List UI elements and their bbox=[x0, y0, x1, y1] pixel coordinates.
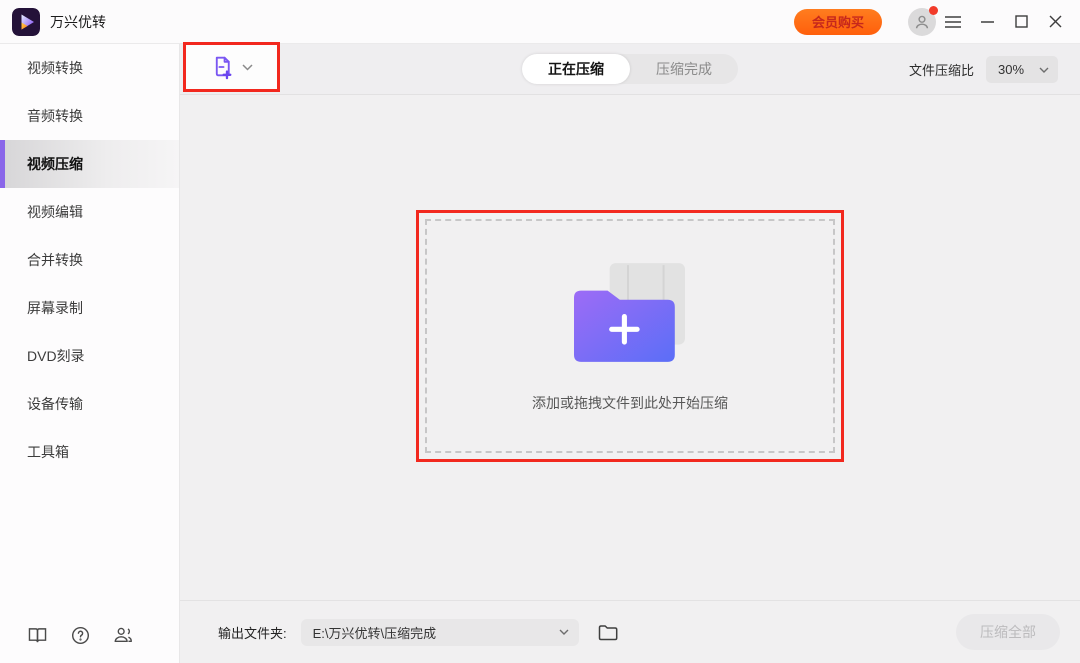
sidebar-item-video-convert[interactable]: 视频转换 bbox=[0, 44, 179, 92]
app-window: 万兴优转 会员购买 视频转换 音频转换 视频压缩 视频编辑 合并转换 屏幕录制 … bbox=[0, 0, 1080, 663]
compress-status-tabs: 正在压缩 压缩完成 bbox=[522, 54, 738, 84]
add-file-button[interactable] bbox=[183, 42, 280, 92]
sidebar-item-video-compress[interactable]: 视频压缩 bbox=[0, 140, 179, 188]
compress-all-button[interactable]: 压缩全部 bbox=[956, 614, 1060, 650]
open-folder-icon[interactable] bbox=[596, 620, 620, 644]
chevron-down-icon bbox=[242, 63, 253, 71]
sidebar-bottom-icons bbox=[27, 625, 133, 645]
sidebar: 视频转换 音频转换 视频压缩 视频编辑 合并转换 屏幕录制 DVD刻录 设备传输… bbox=[0, 44, 180, 663]
user-icon bbox=[915, 15, 929, 28]
content-area: 添加或拖拽文件到此处开始压缩 bbox=[180, 210, 1080, 663]
tab-compress-finished[interactable]: 压缩完成 bbox=[630, 54, 738, 84]
compression-ratio-select[interactable]: 30% bbox=[986, 56, 1058, 83]
file-dropzone[interactable]: 添加或拖拽文件到此处开始压缩 bbox=[416, 210, 844, 462]
app-logo-icon bbox=[12, 7, 40, 36]
dropzone-hint-text: 添加或拖拽文件到此处开始压缩 bbox=[532, 395, 728, 411]
sidebar-item-audio-convert[interactable]: 音频转换 bbox=[0, 92, 179, 140]
titlebar: 万兴优转 会员购买 bbox=[0, 0, 1080, 44]
chevron-down-icon bbox=[559, 629, 569, 635]
sidebar-item-screen-record[interactable]: 屏幕录制 bbox=[0, 284, 179, 332]
user-guide-book-icon[interactable] bbox=[27, 625, 47, 645]
sidebar-item-device-transfer[interactable]: 设备传输 bbox=[0, 380, 179, 428]
help-icon[interactable] bbox=[70, 625, 90, 645]
sidebar-item-merge-convert[interactable]: 合并转换 bbox=[0, 236, 179, 284]
menu-icon[interactable] bbox=[936, 7, 970, 37]
tab-compressing[interactable]: 正在压缩 bbox=[522, 54, 630, 84]
notification-dot bbox=[929, 5, 938, 15]
compression-ratio-label: 文件压缩比 bbox=[908, 63, 974, 78]
account-avatar[interactable] bbox=[908, 5, 938, 36]
sidebar-item-dvd-burn[interactable]: DVD刻录 bbox=[0, 332, 179, 380]
main-panel: 正在压缩 压缩完成 文件压缩比 30% 添加或拖拽文件到此处开始压缩 输出文件夹… bbox=[180, 42, 1080, 663]
footer-bar: 输出文件夹: E:\万兴优转\压缩完成 压缩全部 bbox=[180, 600, 1080, 663]
community-icon[interactable] bbox=[113, 625, 133, 645]
app-title: 万兴优转 bbox=[50, 13, 106, 30]
sidebar-item-toolbox[interactable]: 工具箱 bbox=[0, 428, 179, 476]
sidebar-item-video-edit[interactable]: 视频编辑 bbox=[0, 188, 179, 236]
output-folder-label: 输出文件夹: bbox=[218, 625, 287, 641]
add-folder-illustration-icon bbox=[574, 263, 685, 362]
close-button[interactable] bbox=[1038, 7, 1072, 37]
output-path-value: E:\万兴优转\压缩完成 bbox=[312, 625, 437, 641]
add-file-icon bbox=[215, 56, 232, 80]
minimize-button[interactable] bbox=[970, 7, 1004, 37]
toolbar: 正在压缩 压缩完成 文件压缩比 30% bbox=[180, 42, 1080, 95]
chevron-down-icon bbox=[1039, 67, 1049, 73]
output-path-select[interactable]: E:\万兴优转\压缩完成 bbox=[300, 618, 579, 646]
membership-buy-button[interactable]: 会员购买 bbox=[793, 8, 882, 35]
compression-ratio-value: 30% bbox=[998, 62, 1025, 77]
maximize-button[interactable] bbox=[1004, 7, 1038, 37]
compression-ratio-group: 文件压缩比 30% bbox=[909, 44, 1058, 95]
